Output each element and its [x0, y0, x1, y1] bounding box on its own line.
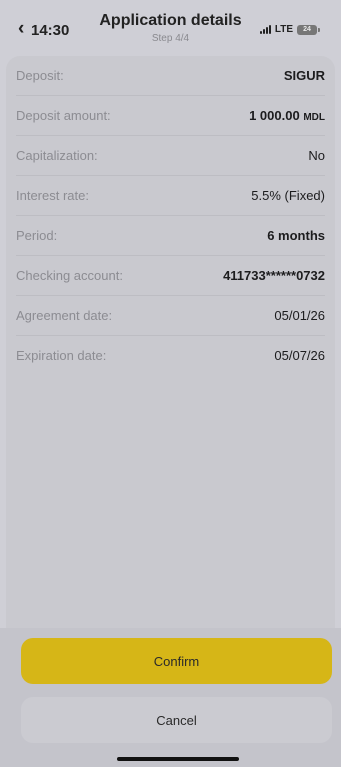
detail-row-period: Period: 6 months	[16, 216, 325, 256]
detail-row-expiration-date: Expiration date: 05/07/26	[16, 336, 325, 375]
battery-icon: 24	[297, 24, 320, 35]
detail-row-capitalization: Capitalization: No	[16, 136, 325, 176]
detail-label: Deposit amount:	[16, 108, 111, 123]
detail-row-deposit: Deposit: SIGUR	[16, 56, 325, 96]
detail-label: Deposit:	[16, 68, 64, 83]
detail-row-checking-account: Checking account: 411733******0732	[16, 256, 325, 296]
detail-label: Expiration date:	[16, 348, 107, 363]
detail-value: 411733******0732	[223, 268, 325, 283]
details-card: Deposit: SIGUR Deposit amount: 1 000.00 …	[6, 56, 335, 628]
amount-number: 1 000.00	[249, 108, 300, 123]
detail-label: Checking account:	[16, 268, 123, 283]
network-type: LTE	[274, 24, 293, 35]
home-indicator[interactable]	[117, 757, 239, 761]
detail-label: Period:	[16, 228, 58, 243]
detail-value: 6 months	[267, 228, 325, 243]
detail-label: Capitalization:	[16, 148, 98, 163]
amount-currency: MDL	[303, 112, 325, 123]
detail-value: No	[308, 148, 325, 163]
confirm-button[interactable]: Confirm	[21, 638, 332, 684]
detail-value: 05/07/26	[274, 348, 325, 363]
cancel-button[interactable]: Cancel	[21, 697, 332, 743]
detail-value: 5.5% (Fixed)	[251, 188, 325, 203]
detail-row-deposit-amount: Deposit amount: 1 000.00 MDL	[16, 96, 325, 136]
status-bar: ‹ 14:30 Application details Step 4/4 LTE…	[0, 0, 341, 50]
detail-value: 1 000.00 MDL	[249, 108, 325, 123]
detail-value: 05/01/26	[274, 308, 325, 323]
detail-row-agreement-date: Agreement date: 05/01/26	[16, 296, 325, 336]
status-indicators: LTE 24	[259, 24, 320, 35]
detail-label: Interest rate:	[16, 188, 89, 203]
detail-value: SIGUR	[283, 68, 325, 83]
detail-label: Agreement date:	[16, 308, 113, 323]
detail-row-interest-rate: Interest rate: 5.5% (Fixed)	[16, 176, 325, 216]
signal-bars-icon	[259, 25, 271, 34]
